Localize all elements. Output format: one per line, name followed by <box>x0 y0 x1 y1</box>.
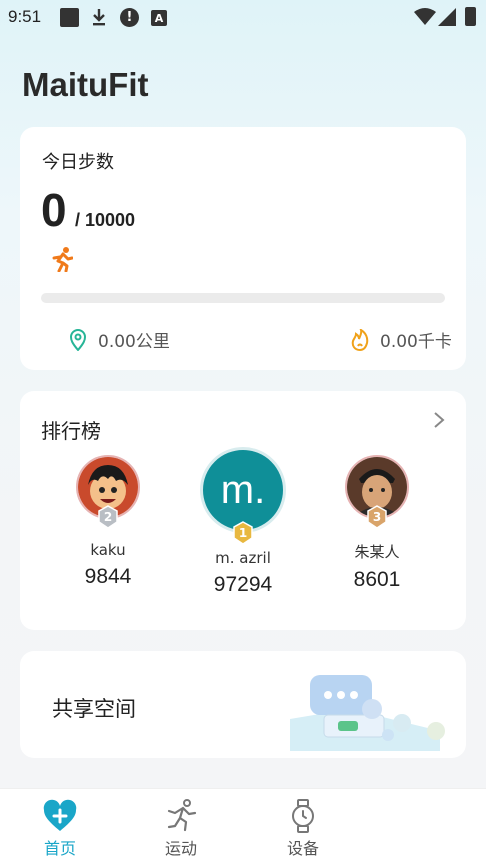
location-pin-icon <box>69 328 87 351</box>
status-time: 9:51 <box>8 7 42 26</box>
heart-plus-icon <box>43 799 77 831</box>
tab-device-label: 设备 <box>286 839 319 858</box>
bottom-tab-bar: 首页 运动 设备 <box>0 788 486 864</box>
rank-entry-second[interactable]: 2 kaku 9844 <box>48 455 168 589</box>
calorie-value: 0.00千卡 <box>380 332 452 352</box>
rank-user-steps: 9844 <box>84 565 132 588</box>
rank-user-steps: 97294 <box>213 573 273 596</box>
tab-sport[interactable]: 运动 <box>141 799 221 859</box>
ranking-title: 排行榜 <box>41 419 101 443</box>
status-bar: 9:51 ! A <box>0 0 486 36</box>
avatar: m. 1 <box>200 447 286 545</box>
flame-icon <box>351 328 369 351</box>
battery-icon <box>465 7 476 26</box>
avatar: 2 <box>76 455 140 529</box>
avatar: 3 <box>345 455 409 529</box>
rank-number: 3 <box>372 510 382 524</box>
shared-space-label: 共享空间 <box>52 697 136 721</box>
rank-entry-third[interactable]: 3 朱某人 8601 <box>317 455 437 592</box>
a-app-icon: A <box>151 10 167 26</box>
tab-device[interactable]: 设备 <box>263 799 343 859</box>
tab-home[interactable]: 首页 <box>20 799 100 859</box>
rank-user-name: m. azril <box>215 549 271 567</box>
wifi-icon <box>414 8 436 26</box>
rank-user-name: kaku <box>90 541 126 559</box>
download-icon <box>90 8 108 26</box>
alert-icon: ! <box>120 8 139 27</box>
rank-user-name: 朱某人 <box>354 543 400 561</box>
rank-number: 2 <box>103 510 113 524</box>
today-steps-card[interactable]: 今日步数 0 / 10000 0.00公里 0.00千卡 <box>20 127 466 370</box>
steps-goal: / 10000 <box>75 210 136 230</box>
today-steps-label: 今日步数 <box>42 152 114 173</box>
distance-value: 0.00公里 <box>98 332 170 352</box>
notification-square-icon <box>60 8 79 27</box>
steps-count: 0 <box>41 184 67 236</box>
chevron-right-icon[interactable] <box>431 410 447 430</box>
distance-stat: 0.00公里 <box>68 327 170 352</box>
signal-icon <box>438 8 456 26</box>
app-title: MaituFit <box>22 66 149 103</box>
rank-entry-first[interactable]: m. 1 m. azril 97294 <box>183 447 303 597</box>
ranking-card[interactable]: 排行榜 2 kaku 9844 m. 1 m. azril 97294 3 朱某… <box>20 391 466 630</box>
tab-home-label: 首页 <box>43 839 76 858</box>
calorie-stat: 0.00千卡 <box>350 327 452 352</box>
tab-sport-label: 运动 <box>164 839 197 858</box>
watch-icon <box>292 799 314 833</box>
steps-progress-bar <box>41 293 445 303</box>
shared-space-card[interactable]: 共享空间 <box>20 651 466 758</box>
rank-number: 1 <box>238 526 248 540</box>
rank-user-steps: 8601 <box>353 568 401 591</box>
running-man-icon <box>167 799 197 832</box>
running-icon <box>52 247 73 272</box>
shared-space-illustration <box>290 675 445 751</box>
